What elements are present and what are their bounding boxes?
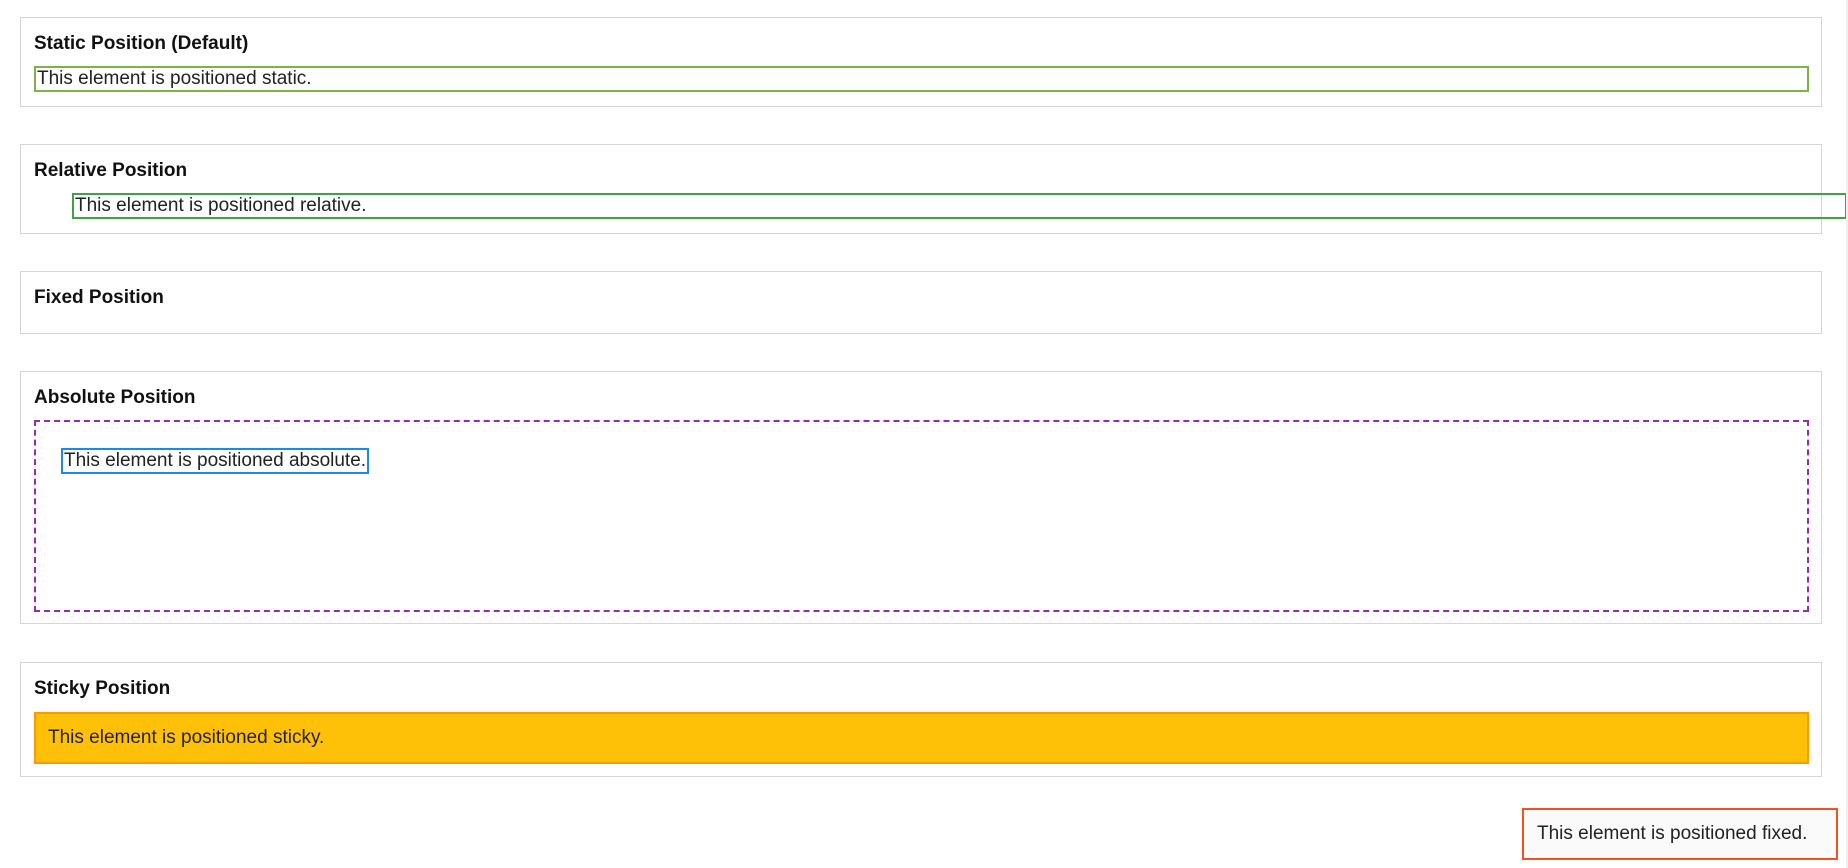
page: Static Position (Default) This element i… bbox=[0, 0, 1848, 868]
absolute-section-title: Absolute Position bbox=[34, 387, 196, 408]
sticky-element: This element is positioned sticky. bbox=[34, 712, 1809, 764]
fixed-section-title: Fixed Position bbox=[34, 287, 164, 308]
static-position-section: Static Position (Default) This element i… bbox=[20, 17, 1822, 107]
relative-position-section: Relative Position This element is positi… bbox=[20, 144, 1847, 234]
absolute-element: This element is positioned absolute. bbox=[61, 448, 370, 474]
relative-element: This element is positioned relative. bbox=[72, 193, 1847, 219]
sticky-position-section: Sticky Position This element is position… bbox=[20, 662, 1822, 777]
absolute-position-section: Absolute Position This element is positi… bbox=[20, 371, 1822, 624]
fixed-position-section: Fixed Position bbox=[20, 271, 1822, 334]
relative-section-title: Relative Position bbox=[34, 160, 188, 181]
static-element: This element is positioned static. bbox=[34, 66, 1809, 92]
absolute-container: This element is positioned absolute. bbox=[34, 420, 1809, 612]
sticky-section-title: Sticky Position bbox=[34, 678, 171, 699]
static-section-title: Static Position (Default) bbox=[34, 33, 249, 54]
fixed-element: This element is positioned fixed. bbox=[1522, 808, 1838, 860]
